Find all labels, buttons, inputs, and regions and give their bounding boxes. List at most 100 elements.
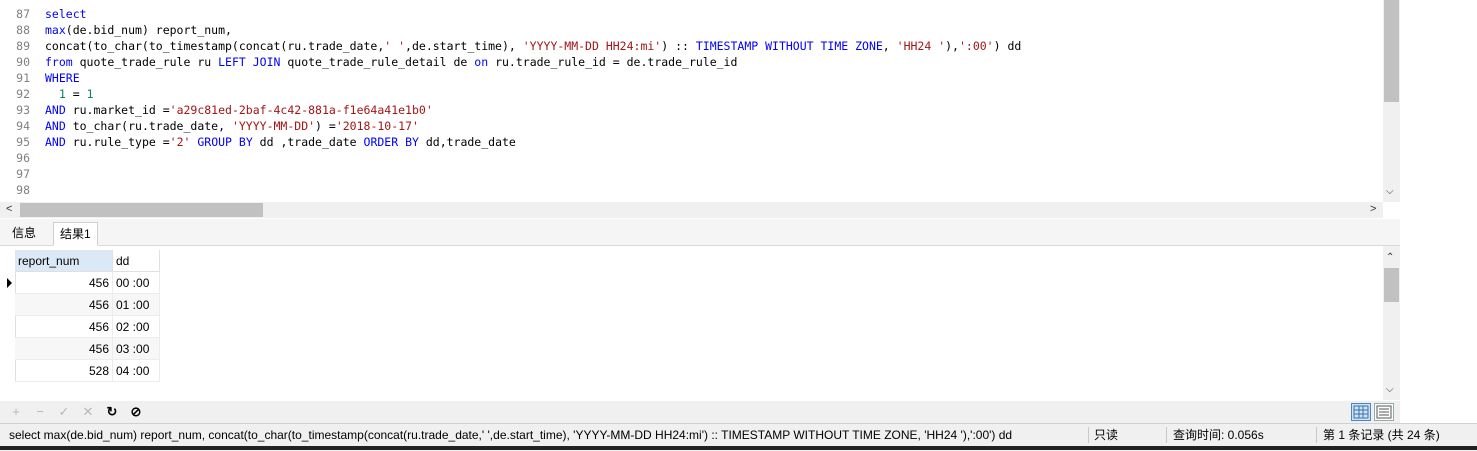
column-header-report-num[interactable]: report_num (15, 250, 113, 272)
code-text: 1 = 1 (45, 86, 94, 102)
code-token: ru.market_id = (65, 103, 170, 117)
line-number: 87 (16, 7, 30, 21)
code-token: ORDER BY (363, 135, 419, 149)
code-token: 'HH24 ' (896, 39, 946, 53)
code-token: ' ' (384, 39, 406, 53)
cell-report-num[interactable]: 456 (15, 316, 113, 338)
code-token: ,de.start_time), (405, 39, 523, 53)
code-token: 'YYYY-MM-DD HH24:mi' (522, 39, 662, 53)
grid-toolbar: + − ✓ ✕ ↻ ⊘ (0, 401, 1400, 423)
column-header-dd[interactable]: dd (113, 250, 160, 272)
code-text: from quote_trade_rule ru LEFT JOIN quote… (45, 54, 737, 70)
code-token: LEFT JOIN (218, 55, 281, 69)
current-row-arrow-icon (7, 278, 12, 288)
sql-editor[interactable]: 87 select 88 max(de.bid_num) report_num, 89 c… (0, 0, 1383, 202)
code-token: on (474, 55, 489, 69)
editor-vertical-scroll-thumb[interactable] (1384, 0, 1399, 102)
line-number: 91 (16, 71, 30, 85)
grid-vertical-scrollbar[interactable]: ⌃ ⌵ (1383, 246, 1400, 400)
code-token: quote_trade_rule ru (72, 55, 219, 69)
code-token: ) = (315, 119, 336, 133)
code-token: ) :: (661, 39, 696, 53)
cell-dd[interactable]: 04 :00 (113, 360, 160, 382)
line-number: 89 (16, 39, 30, 53)
line-number: 95 (16, 135, 30, 149)
tab-result-1[interactable]: 结果1 (53, 222, 98, 246)
status-divider (1088, 427, 1089, 443)
line-number: 97 (16, 167, 30, 181)
status-record-count: 第 1 条记录 (共 24 条) (1323, 428, 1440, 442)
line-number: 92 (16, 87, 30, 101)
code-text: AND ru.market_id ='a29c81ed-2baf-4c42-88… (45, 102, 433, 118)
code-token: select (45, 7, 87, 21)
status-readonly: 只读 (1094, 428, 1119, 442)
line-number: 98 (16, 183, 30, 197)
cell-dd[interactable]: 01 :00 (113, 294, 160, 316)
scroll-right-arrow-icon[interactable]: > (1370, 203, 1376, 215)
scroll-left-arrow-icon[interactable]: < (6, 203, 12, 215)
tab-info[interactable]: 信息 (6, 222, 42, 244)
code-token: ), (945, 39, 959, 53)
add-record-button[interactable]: + (8, 403, 24, 421)
status-divider (1316, 427, 1317, 443)
editor-horizontal-scrollbar[interactable]: < > (0, 202, 1383, 218)
code-token: AND (45, 103, 66, 117)
form-view-button[interactable] (1374, 403, 1394, 421)
line-number: 94 (16, 119, 30, 133)
status-query-text: select max(de.bid_num) report_num, conca… (9, 428, 1013, 442)
code-token: quote_trade_rule_detail de (280, 55, 475, 69)
code-token: WHERE (45, 71, 80, 85)
code-token: '2' (169, 135, 191, 149)
code-token: = (65, 87, 87, 101)
cell-dd[interactable]: 03 :00 (113, 338, 160, 360)
code-token: from (45, 55, 73, 69)
grid-view-button[interactable] (1351, 403, 1371, 421)
cell-dd[interactable]: 02 :00 (113, 316, 160, 338)
code-token: TIMESTAMP WITHOUT TIME ZONE (695, 39, 883, 53)
code-token: to_char(ru.trade_date, (65, 119, 232, 133)
code-token: 'YYYY-MM-DD' (231, 119, 316, 133)
cell-report-num[interactable]: 456 (15, 338, 113, 360)
refresh-button[interactable]: ↻ (104, 403, 120, 421)
stop-button[interactable]: ⊘ (128, 403, 144, 421)
editor-vertical-scrollbar[interactable]: ⌵ (1383, 0, 1400, 202)
code-text: concat(to_char(to_timestamp(concat(ru.tr… (45, 38, 1021, 54)
code-token: AND (45, 119, 66, 133)
code-token: 1 (86, 87, 94, 101)
code-token: GROUP BY (197, 135, 253, 149)
code-token: (de.bid_num) report_num, (65, 23, 232, 37)
line-number: 96 (16, 151, 30, 165)
code-token: ':00' (958, 39, 994, 53)
status-divider (1166, 427, 1167, 443)
scroll-down-arrow-icon[interactable]: ⌵ (1386, 186, 1394, 197)
code-token: AND (45, 135, 66, 149)
cell-report-num[interactable]: 528 (15, 360, 113, 382)
code-text: AND to_char(ru.trade_date, 'YYYY-MM-DD')… (45, 118, 419, 134)
editor-horizontal-scroll-thumb[interactable] (20, 203, 263, 217)
code-token: ru.rule_type = (65, 135, 170, 149)
result-grid[interactable]: report_num dd 456 00 :00 456 01 :00 456 02 :0… (0, 246, 1383, 400)
delete-record-button[interactable]: − (32, 403, 48, 421)
code-token: ) dd (993, 39, 1022, 53)
cell-dd[interactable]: 00 :00 (113, 272, 160, 294)
code-token: concat(to_char(to_timestamp(concat(ru.tr… (45, 39, 385, 53)
code-text: AND ru.rule_type ='2' GROUP BY dd ,trade… (45, 134, 516, 150)
line-number: 88 (16, 23, 30, 37)
result-tabs: 信息 结果1 (0, 219, 1400, 246)
code-token: dd ,trade_date (252, 135, 364, 149)
code-text: WHERE (45, 70, 80, 86)
code-token: max (45, 23, 66, 37)
code-text: max(de.bid_num) report_num, (45, 22, 232, 38)
code-token: ru.trade_rule_id = de.trade_rule_id (488, 55, 738, 69)
grid-vertical-scroll-thumb[interactable] (1384, 268, 1399, 302)
apply-changes-button[interactable]: ✓ (56, 403, 72, 421)
scroll-down-arrow-icon[interactable]: ⌵ (1386, 384, 1394, 395)
code-text: select (45, 6, 87, 22)
scroll-up-arrow-icon[interactable]: ⌃ (1386, 252, 1394, 263)
cell-report-num[interactable]: 456 (15, 294, 113, 316)
cell-report-num[interactable]: 456 (15, 272, 113, 294)
code-token: 1 (58, 87, 66, 101)
code-token: 'a29c81ed-2baf-4c42-881a-f1e64a41e1b0' (169, 103, 433, 117)
discard-changes-button[interactable]: ✕ (80, 403, 96, 421)
code-token: '2018-10-17' (335, 119, 419, 133)
